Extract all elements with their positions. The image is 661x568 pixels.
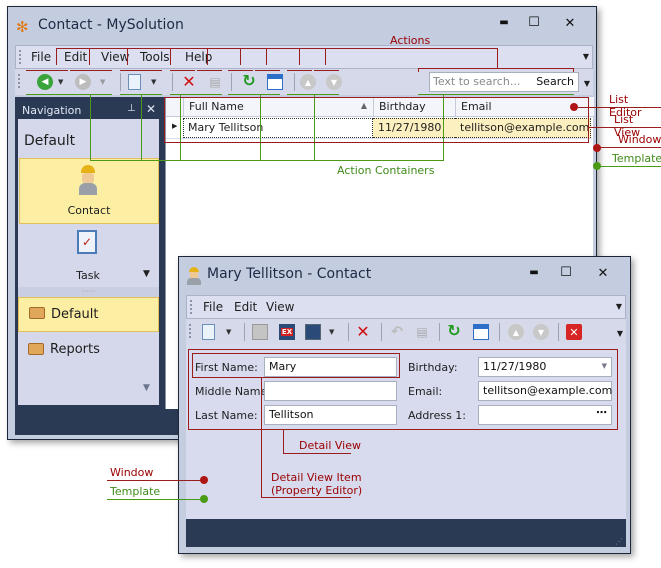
close-button[interactable]: ✕	[560, 16, 580, 31]
menu-grip[interactable]	[19, 50, 22, 64]
annotation-actions: Actions	[390, 34, 431, 47]
annotation-window: Window	[618, 133, 661, 146]
menu-overflow-icon[interactable]: ▼	[583, 52, 589, 61]
open-window-icon[interactable]	[267, 74, 283, 90]
search-button[interactable]: Search	[536, 75, 574, 88]
move-down-icon: ▼	[533, 324, 549, 340]
refresh-icon[interactable]: ↻	[241, 71, 257, 90]
nav-folder-label: Reports	[50, 342, 100, 357]
maximize-button[interactable]: ☐	[524, 15, 544, 30]
nav-item-contact[interactable]: Contact	[19, 158, 159, 224]
minimize-button[interactable]: ▬	[524, 267, 544, 278]
save-icon	[252, 324, 268, 340]
menu-file[interactable]: File	[203, 300, 223, 314]
move-up-icon: ▲	[508, 324, 524, 340]
move-up-icon: ▲	[300, 74, 316, 90]
property-editor-outline	[192, 353, 400, 378]
main-toolbar: ◀ ▼ ▶ ▼ ▼ ✕ ▤ ↻ ▲ ▼ Text to search... Se…	[15, 69, 593, 95]
undo-icon: ↶	[391, 324, 403, 340]
close-button[interactable]: ✕	[593, 266, 613, 281]
refresh-icon[interactable]: ↻	[446, 321, 462, 340]
menu-overflow-icon[interactable]: ▼	[616, 302, 622, 311]
person-icon	[187, 267, 201, 285]
save-and-close-icon[interactable]: EX	[279, 324, 295, 340]
search-input[interactable]: Text to search... Search	[429, 72, 579, 92]
details-icon: ▤	[416, 325, 428, 339]
nav-scroll-down-icon[interactable]: ▼	[143, 383, 150, 393]
nav-folder-reports[interactable]: Reports	[18, 334, 159, 369]
search-placeholder: Text to search...	[433, 75, 521, 88]
forward-icon: ▶	[75, 74, 91, 90]
maximize-button[interactable]: ☐	[556, 265, 576, 280]
folder-icon	[29, 307, 45, 319]
open-window-icon[interactable]	[473, 324, 489, 340]
forward-dropdown-icon: ▼	[100, 78, 106, 86]
detail-menu-bar: File Edit View ▼	[186, 295, 626, 319]
annotation-template: Template	[612, 152, 661, 165]
back-icon[interactable]: ◀	[37, 74, 53, 90]
menu-help[interactable]: Help	[185, 50, 212, 64]
toolbar-grip[interactable]	[189, 324, 192, 338]
new-icon[interactable]	[202, 324, 215, 340]
annotation-property-editor: (Property Editor)	[271, 484, 363, 497]
save-and-new-icon[interactable]	[305, 324, 321, 340]
nav-folder-label: Default	[51, 307, 99, 322]
annotation-detail-view-item: Detail View Item	[271, 471, 362, 484]
new-icon[interactable]	[128, 74, 141, 90]
nav-splitter[interactable]: ⋯⋯	[18, 287, 159, 297]
resize-grip-icon[interactable]: ⋰	[615, 537, 623, 546]
detail-window-title: Mary Tellitson - Contact	[207, 266, 372, 282]
menu-edit[interactable]: Edit	[234, 300, 257, 314]
main-window-title: Contact - MySolution	[38, 17, 184, 33]
toolbar-overflow-icon[interactable]: ▼	[584, 79, 590, 88]
nav-item-task[interactable]: ✓ Task ▼	[19, 225, 159, 287]
nav-folder-default[interactable]: Default	[18, 297, 159, 332]
menu-tools[interactable]: Tools	[140, 50, 170, 64]
list-editor-outline	[164, 97, 589, 143]
nav-close-icon[interactable]: ✕	[146, 102, 156, 116]
nav-item-label: Contact	[67, 204, 111, 217]
toolbar-overflow-icon[interactable]: ▼	[617, 329, 623, 338]
detail-toolbar: ▼ EX ▼ ✕ ↶ ▤ ↻ ▲ ▼ ✕ ▼	[186, 319, 626, 345]
new-dropdown-icon[interactable]: ▼	[151, 78, 156, 86]
nav-item-label: Task	[76, 269, 100, 282]
annotation-detail-view: Detail View	[299, 439, 362, 452]
clipboard-check-icon: ✓	[77, 230, 97, 254]
menu-grip[interactable]	[190, 300, 193, 314]
toolbar-grip[interactable]	[18, 74, 21, 88]
close-record-icon[interactable]: ✕	[566, 324, 582, 340]
annotation-window-2: Window	[110, 466, 154, 479]
navigation-header: Navigation	[22, 104, 82, 117]
minimize-button[interactable]: ▬	[494, 17, 514, 28]
menu-edit[interactable]: Edit	[64, 50, 87, 64]
menu-file[interactable]: File	[31, 50, 51, 64]
annotation-action-containers: Action Containers	[337, 164, 435, 177]
move-down-icon: ▼	[326, 74, 342, 90]
nav-expand-icon[interactable]: ▼	[143, 269, 150, 279]
delete-icon[interactable]: ✕	[181, 72, 197, 91]
app-gear-icon: ✻	[16, 18, 29, 36]
folder-icon	[28, 343, 44, 355]
menu-view[interactable]: View	[266, 300, 294, 314]
person-hardhat-icon	[77, 165, 99, 195]
delete-icon[interactable]: ✕	[355, 322, 371, 341]
menu-view[interactable]: View	[101, 50, 129, 64]
new-dropdown-icon[interactable]: ▼	[226, 328, 231, 336]
annotation-template-2: Template	[110, 485, 161, 498]
nav-group-title: Default	[24, 133, 76, 149]
pin-icon[interactable]: ⊥	[127, 103, 136, 114]
save-dropdown-icon[interactable]: ▼	[329, 328, 334, 336]
details-icon: ▤	[209, 75, 221, 89]
back-dropdown-icon[interactable]: ▼	[58, 78, 63, 86]
